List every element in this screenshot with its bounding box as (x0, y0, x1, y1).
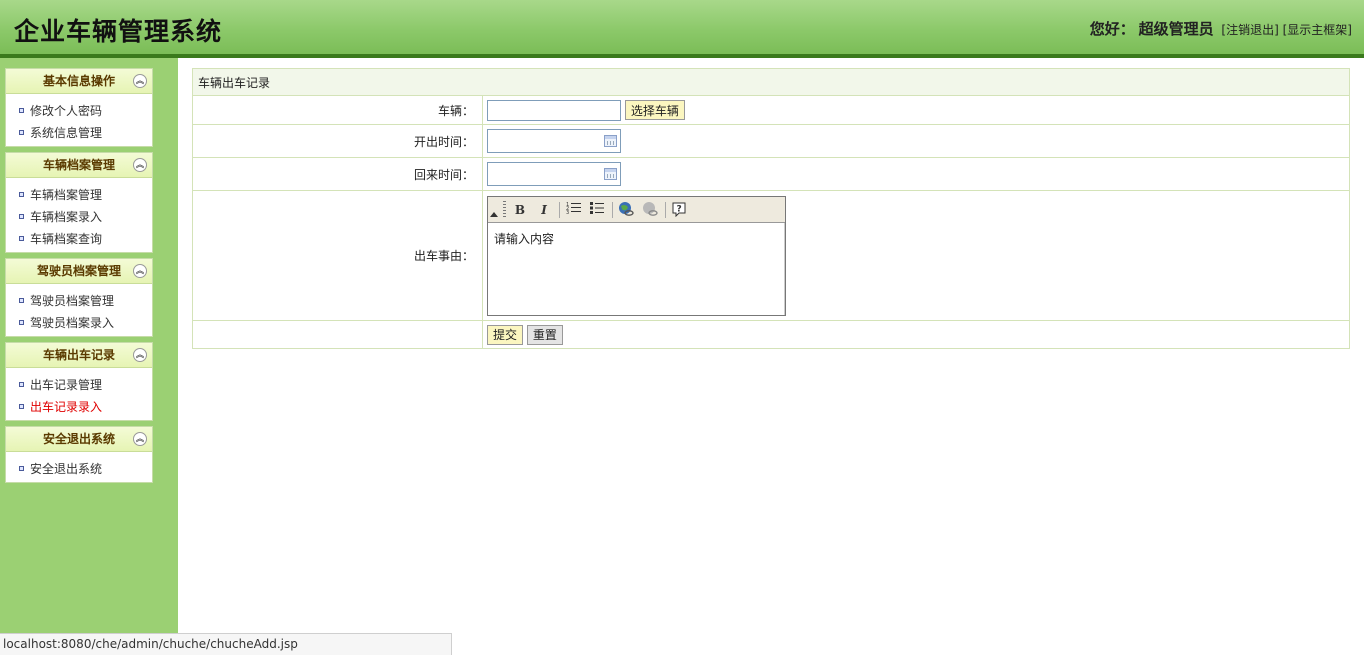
sidebar-item-label: 出车记录管理 (30, 378, 103, 392)
remove-link-icon[interactable] (641, 201, 659, 219)
sidebar-item-driver-add[interactable]: 驾驶员档案录入 (6, 312, 152, 334)
user-area: 您好： 超级管理员 [注销退出] [显示主框架] (1090, 18, 1352, 39)
sidebar-item-label: 出车记录录入 (30, 400, 103, 414)
sidebar-item-dispatch-manage[interactable]: 出车记录管理 (6, 374, 152, 396)
menu-group-basic-info: 基本信息操作 ︽ 修改个人密码 系统信息管理 (5, 68, 153, 147)
unordered-list-icon[interactable] (588, 201, 606, 219)
menu-group-title: 车辆出车记录 (42, 348, 115, 362)
italic-icon[interactable]: I (535, 201, 553, 219)
sidebar-item-dispatch-add[interactable]: 出车记录录入 (6, 396, 152, 418)
dispatch-form: 车辆出车记录 车辆： 选择车辆 开出时间： 回来时间： 出车事由： B I 1 … (192, 68, 1350, 349)
bullet-icon (19, 298, 24, 303)
reason-editor-area[interactable]: 请输入内容 (488, 223, 785, 315)
menu-group-header[interactable]: 车辆档案管理 ︽ (6, 153, 152, 178)
ordered-list-icon[interactable]: 123 (565, 201, 583, 219)
calendar-icon[interactable] (604, 135, 617, 147)
menu-group-header[interactable]: 车辆出车记录 ︽ (6, 343, 152, 368)
main-content: 车辆出车记录 车辆： 选择车辆 开出时间： 回来时间： 出车事由： B I 1 … (192, 68, 1350, 349)
sidebar-item-label: 驾驶员档案管理 (30, 294, 115, 308)
bullet-icon (19, 404, 24, 409)
app-header: 企业车辆管理系统 您好： 超级管理员 [注销退出] [显示主框架] (0, 0, 1364, 58)
toolbar-separator (612, 202, 613, 218)
calendar-icon[interactable] (604, 168, 617, 180)
menu-group-dispatch-record: 车辆出车记录 ︽ 出车记录管理 出车记录录入 (5, 342, 153, 421)
sidebar-item-exit[interactable]: 安全退出系统 (6, 458, 152, 480)
menu-group-header[interactable]: 基本信息操作 ︽ (6, 69, 152, 94)
collapse-icon[interactable]: ︽ (133, 74, 147, 88)
sidebar-item-label: 安全退出系统 (30, 462, 103, 476)
logout-link[interactable]: [注销退出] (1221, 23, 1278, 37)
submit-button[interactable]: 提交 (487, 324, 524, 345)
menu-group-vehicle-archive: 车辆档案管理 ︽ 车辆档案管理 车辆档案录入 车辆档案查询 (5, 152, 153, 253)
menu-group-title: 驾驶员档案管理 (36, 264, 121, 278)
bullet-icon (19, 108, 24, 113)
return-time-field[interactable] (487, 162, 621, 186)
select-vehicle-button[interactable]: 选择车辆 (624, 100, 685, 120)
actions-label (192, 320, 483, 349)
reason-label: 出车事由： (192, 190, 483, 321)
sidebar-item-label: 驾驶员档案录入 (30, 316, 115, 330)
sidebar-item-vehicle-query[interactable]: 车辆档案查询 (6, 228, 152, 250)
menu-group-exit: 安全退出系统 ︽ 安全退出系统 (5, 426, 153, 483)
vehicle-label: 车辆： (192, 95, 483, 125)
collapse-icon[interactable]: ︽ (133, 158, 147, 172)
status-bar-url: localhost:8080/che/admin/chuche/chucheAd… (0, 633, 452, 655)
collapse-icon[interactable]: ︽ (133, 348, 147, 362)
username-label: 超级管理员 (1138, 20, 1214, 38)
collapse-icon[interactable]: ︽ (133, 432, 147, 446)
menu-group-header[interactable]: 安全退出系统 ︽ (6, 427, 152, 452)
toolbar-collapse-icon[interactable] (490, 212, 498, 217)
sidebar-item-label: 系统信息管理 (30, 126, 103, 140)
sidebar-item-vehicle-add[interactable]: 车辆档案录入 (6, 206, 152, 228)
form-title: 车辆出车记录 (192, 68, 1350, 96)
help-icon[interactable]: ? (670, 201, 688, 219)
sidebar-item-vehicle-manage[interactable]: 车辆档案管理 (6, 184, 152, 206)
sidebar-item-change-password[interactable]: 修改个人密码 (6, 100, 152, 122)
bullet-icon (19, 214, 24, 219)
sidebar-item-system-info[interactable]: 系统信息管理 (6, 122, 152, 144)
svg-text:3: 3 (566, 210, 569, 215)
insert-link-icon[interactable] (617, 201, 635, 219)
bullet-icon (19, 466, 24, 471)
sidebar-item-label: 修改个人密码 (30, 104, 103, 118)
sidebar-item-label: 车辆档案录入 (30, 210, 103, 224)
svg-text:?: ? (677, 205, 682, 215)
reset-button[interactable]: 重置 (526, 324, 563, 345)
return-time-label: 回来时间： (192, 157, 483, 191)
menu-group-title: 安全退出系统 (42, 432, 115, 446)
toolbar-grip-icon (503, 201, 506, 219)
editor-toolbar: B I 123 ? (488, 197, 785, 223)
depart-time-label: 开出时间： (192, 124, 483, 158)
bullet-icon (19, 382, 24, 387)
menu-group-driver-archive: 驾驶员档案管理 ︽ 驾驶员档案管理 驾驶员档案录入 (5, 258, 153, 337)
menu-group-title: 基本信息操作 (42, 74, 115, 88)
bullet-icon (19, 236, 24, 241)
toolbar-separator (665, 202, 666, 218)
collapse-icon[interactable]: ︽ (133, 264, 147, 278)
vehicle-input[interactable] (487, 99, 621, 121)
depart-time-field[interactable] (487, 129, 621, 153)
sidebar-item-driver-manage[interactable]: 驾驶员档案管理 (6, 290, 152, 312)
menu-group-header[interactable]: 驾驶员档案管理 ︽ (6, 259, 152, 284)
bullet-icon (19, 320, 24, 325)
toolbar-separator (559, 202, 560, 218)
greeting-label: 您好： (1089, 20, 1135, 38)
sidebar-item-label: 车辆档案查询 (30, 232, 103, 246)
sidebar: 基本信息操作 ︽ 修改个人密码 系统信息管理 车辆档案管理 ︽ 车辆档案管理 车… (0, 58, 178, 655)
bullet-icon (19, 130, 24, 135)
depart-time-input[interactable] (488, 130, 598, 152)
return-time-input[interactable] (488, 163, 598, 185)
menu-group-title: 车辆档案管理 (42, 158, 115, 172)
app-title: 企业车辆管理系统 (14, 17, 223, 46)
show-frame-link[interactable]: [显示主框架] (1283, 23, 1352, 37)
bold-icon[interactable]: B (511, 201, 529, 219)
rich-text-editor: B I 123 ? 请输入内容 (487, 196, 786, 316)
bullet-icon (19, 192, 24, 197)
sidebar-item-label: 车辆档案管理 (30, 188, 103, 202)
